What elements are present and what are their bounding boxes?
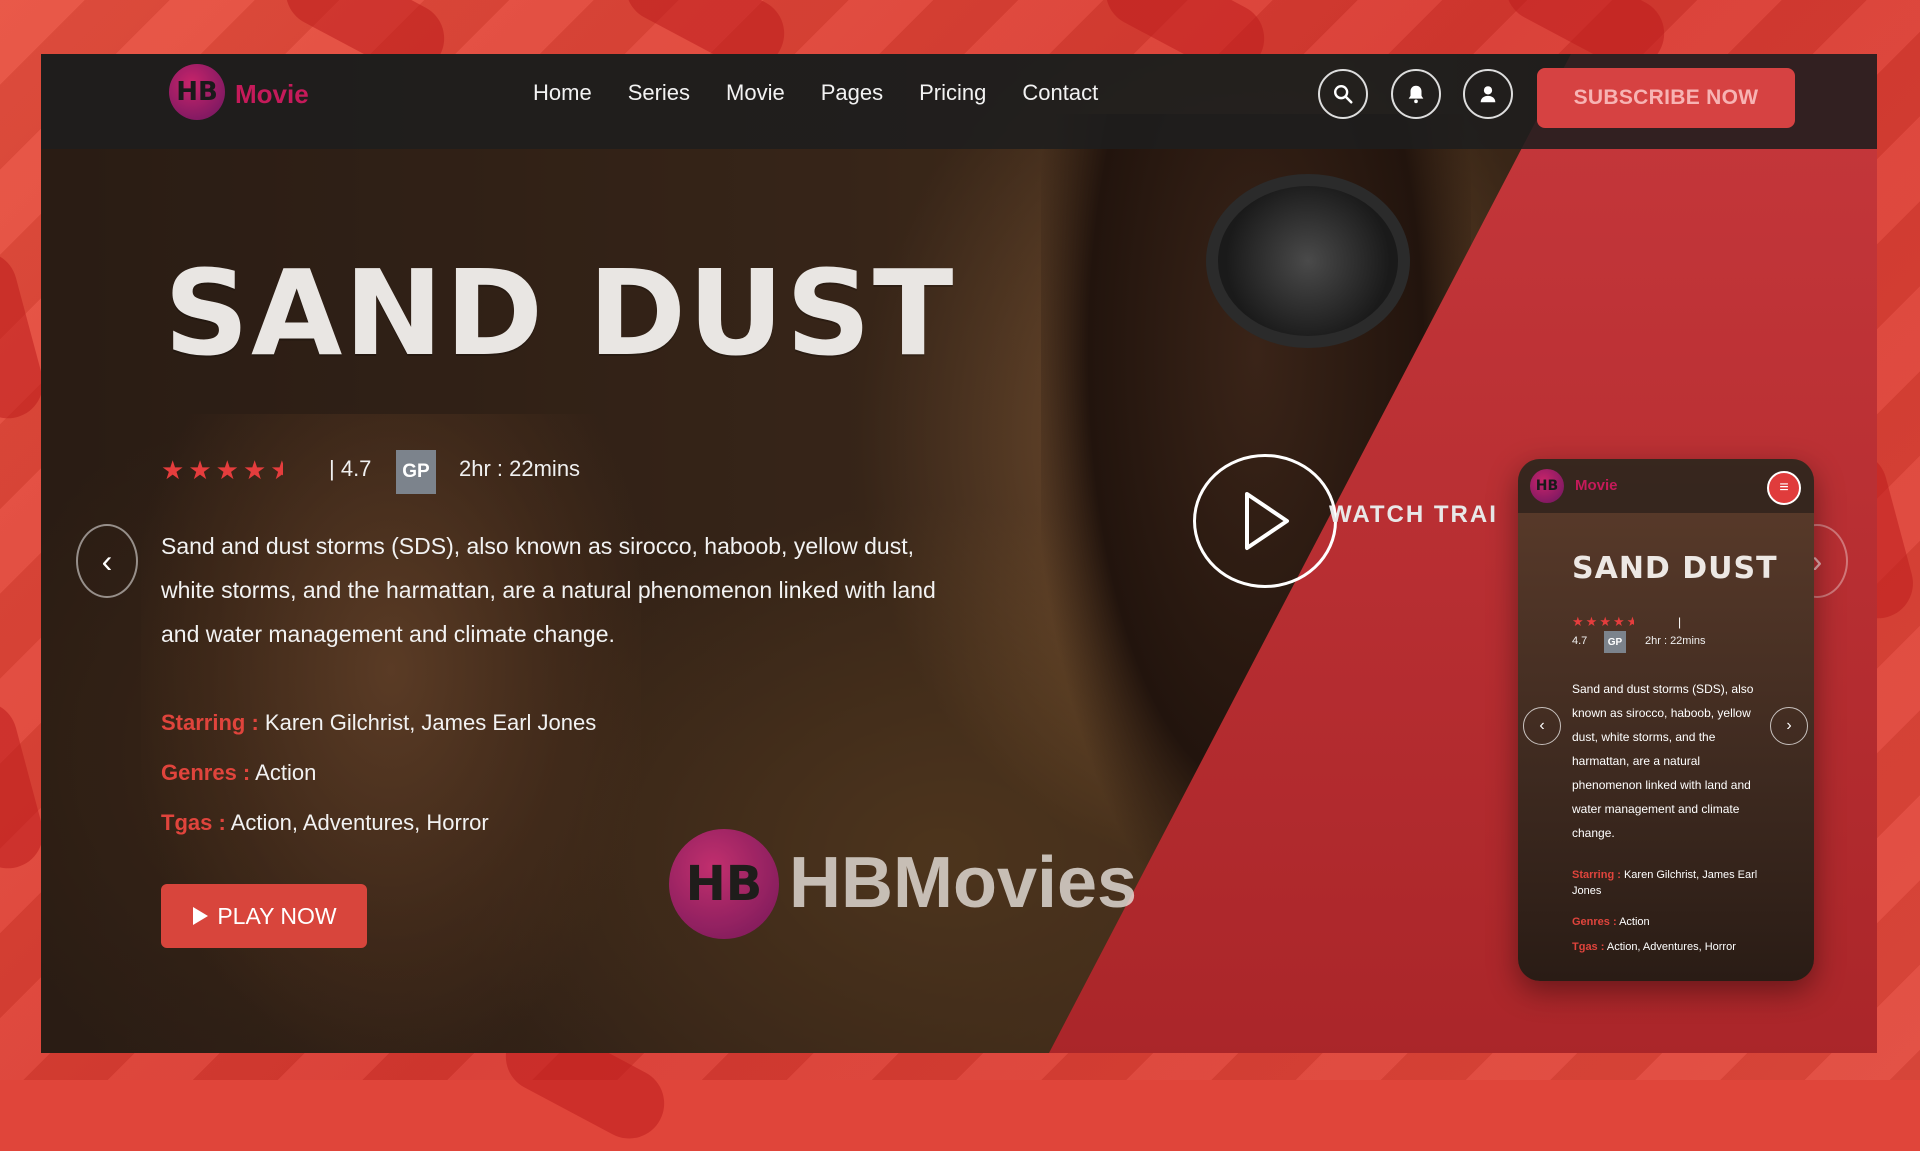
star-icon: ★ [1612,614,1625,629]
mobile-starring-row: Starring : Karen Gilchrist, James Earl J… [1572,867,1772,899]
star-icon: ★ [188,455,212,485]
mobile-starring-label: Starring : [1572,869,1621,881]
mobile-duration: 2hr : 22mins [1645,635,1706,647]
nav-link-pricing[interactable]: Pricing [919,80,986,106]
star-rating: ★ ★ ★ ★ ★ [161,457,283,483]
half-star-icon: ★ [270,457,284,483]
play-now-button[interactable]: PLAY NOW [161,884,367,948]
mobile-menu-button[interactable]: ≡ [1767,471,1801,505]
goggles-image [1206,174,1410,348]
mobile-tags-value: Action, Adventures, Horror [1606,941,1736,953]
nav-links: Home Series Movie Pages Pricing Contact [533,80,1134,106]
half-star-icon: ★ [1626,615,1634,628]
nav-link-home[interactable]: Home [533,80,592,106]
certificate-badge: GP [396,450,436,494]
rating-text: | 4.7 [329,456,372,481]
watch-trailer-button[interactable] [1193,454,1337,588]
account-button[interactable] [1463,69,1513,119]
chevron-left-icon: ‹ [101,542,113,579]
play-outline-icon [1245,492,1289,550]
duration-text: 2hr : 22mins [459,456,581,481]
search-button[interactable] [1318,69,1368,119]
star-icon: ★ [1599,614,1611,629]
mobile-star-rating: ★ ★ ★ ★ ★ [1572,615,1634,628]
mobile-genres-label: Genres : [1572,916,1617,928]
mobile-tags-row: Tgas : Action, Adventures, Horror [1572,939,1772,955]
mobile-logo-text[interactable]: Movie [1575,477,1618,494]
watch-trailer-label[interactable]: WATCH TRAI [1329,501,1498,529]
subscribe-button[interactable]: SUBSCRIBE NOW [1537,68,1795,128]
chevron-right-icon: › [1786,717,1792,734]
mobile-tags-label: Tgas : [1572,941,1605,953]
genres-row: Genres : Action [161,760,316,786]
mobile-logo-badge[interactable]: HB [1530,469,1564,503]
star-icon: ★ [1585,614,1598,629]
star-icon: ★ [161,455,185,485]
search-icon [1334,85,1353,104]
starring-value: Karen Gilchrist, James Earl Jones [264,710,597,735]
play-icon [193,907,209,925]
star-icon: ★ [1572,614,1584,629]
logo-text[interactable]: Movie [235,79,309,110]
mobile-certificate-badge: GP [1604,631,1626,653]
mobile-mockup: HB Movie ≡ SAND DUST ★ ★ ★ ★ ★ | 4.7 GP … [1518,459,1814,981]
tags-value: Action, Adventures, Horror [230,810,489,835]
watermark-text: HBMovies [789,843,1138,923]
mobile-rating-separator: | [1678,615,1682,629]
nav-link-series[interactable]: Series [628,80,690,106]
mobile-genres-value: Action [1619,916,1650,928]
tags-row: Tgas : Action, Adventures, Horror [161,810,489,836]
mobile-rating: 4.7 [1572,635,1588,647]
mobile-next-button[interactable]: › [1770,707,1808,745]
notifications-button[interactable] [1391,69,1441,119]
starring-label: Starring : [161,710,259,735]
desktop-mockup: HB Movie Home Series Movie Pages Pricing… [41,54,1877,1053]
play-now-label: PLAY NOW [217,902,337,929]
star-icon: ★ [215,455,239,485]
star-icon: ★ [242,455,267,485]
mobile-title: SAND DUST [1572,551,1778,586]
hero-title: SAND DUST [164,244,956,382]
genres-label: Genres : [161,760,251,785]
mobile-nav: HB Movie ≡ [1518,459,1814,513]
hamburger-icon: ≡ [1779,479,1789,496]
user-icon [1480,86,1496,103]
starring-row: Starring : Karen Gilchrist, James Earl J… [161,710,596,736]
mobile-description: Sand and dust storms (SDS), also known a… [1572,682,1754,840]
nav-link-contact[interactable]: Contact [1022,80,1098,106]
previous-slide-button[interactable]: ‹ [76,524,138,598]
tags-label: Tgas : [161,810,226,835]
watermark-logo: HB [669,829,779,939]
mobile-previous-button[interactable]: ‹ [1523,707,1561,745]
logo-badge[interactable]: HB [169,64,225,120]
bell-icon [1408,85,1424,104]
nav-link-movie[interactable]: Movie [726,80,785,106]
mobile-genres-row: Genres : Action [1572,914,1772,930]
nav-link-pages[interactable]: Pages [821,80,883,106]
chevron-left-icon: ‹ [1539,717,1545,734]
genres-value: Action [255,760,317,785]
top-nav: HB Movie Home Series Movie Pages Pricing… [41,54,1877,149]
hero-description: Sand and dust storms (SDS), also known a… [161,533,936,647]
